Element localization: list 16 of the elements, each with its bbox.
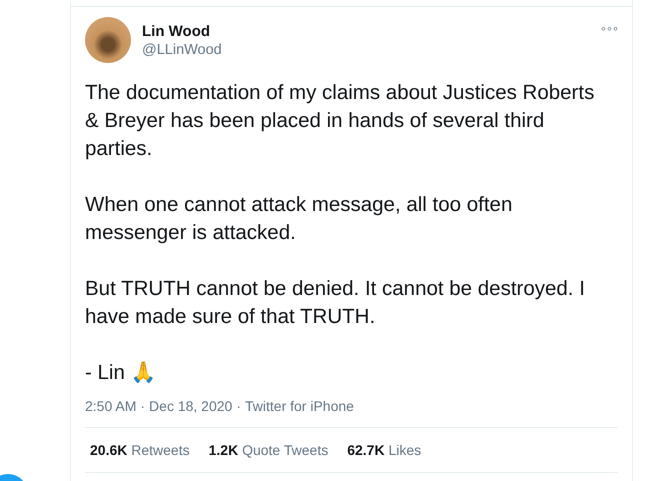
stat-link[interactable]: 20.6K Retweets [90, 442, 190, 458]
tweet-text: When one cannot attack message, all too often messenger is attacked. [85, 192, 514, 246]
tweet-text: But TRUTH cannot be denied. It cannot be destroyed. I have made sure of that TRUTH. [85, 276, 586, 330]
author-handle[interactable]: @LLinWood [142, 42, 589, 58]
tweet-date[interactable]: Dec 18, 2020 [149, 398, 232, 414]
avatar-photo-placeholder[interactable] [85, 17, 131, 63]
tweet-text: - Lin 🙏 [85, 360, 158, 386]
separator-dot: · [140, 398, 146, 414]
stat-link[interactable]: 62.7K Likes [347, 442, 422, 458]
stat-link[interactable]: 1.2K Quote Tweets [208, 442, 328, 458]
tweet-text: The documentation of my claims about Justices Roberts & Breyer has been placed in hands of several third parties. [85, 80, 596, 162]
more-menu[interactable]: ∘∘∘ [600, 22, 618, 35]
tweet-source[interactable]: Twitter for iPhone [245, 398, 354, 414]
separator-dot: · [236, 398, 242, 414]
author-name[interactable]: Lin Wood [142, 22, 589, 40]
tweet-time[interactable]: 2:50 AM [85, 398, 136, 414]
